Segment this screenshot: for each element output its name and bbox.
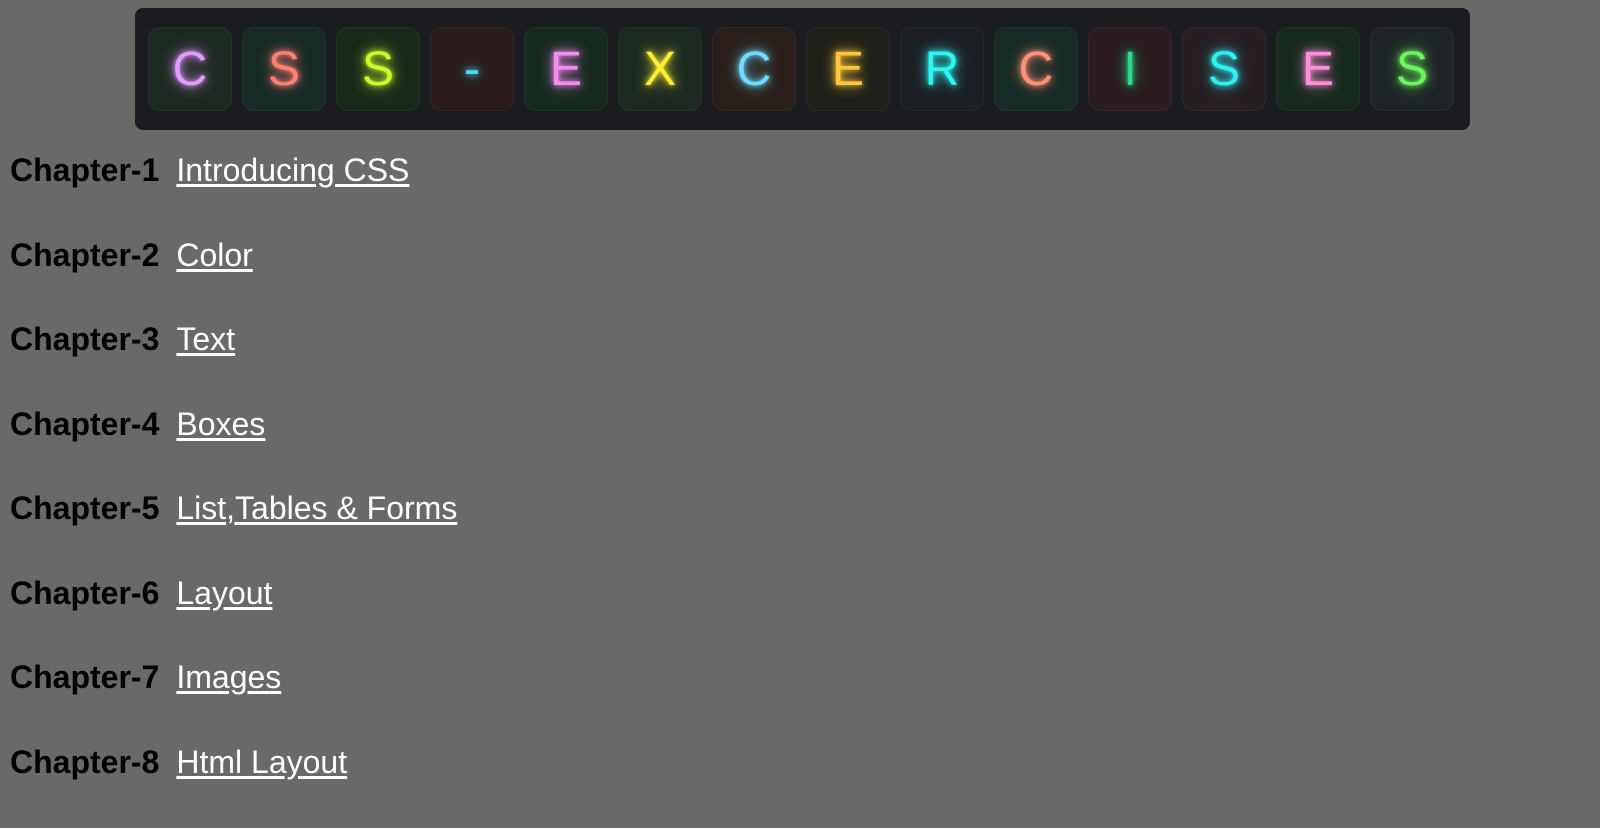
banner-letter: R (925, 42, 960, 97)
chapter-label: Chapter-8 (10, 744, 159, 780)
chapter-link-color[interactable]: Color (176, 237, 252, 273)
banner-letter-tile: C (994, 27, 1078, 111)
chapter-row: Chapter-8 Html Layout (10, 744, 457, 828)
banner-letter: C (737, 42, 772, 97)
banner-letter-tile: S (336, 27, 420, 111)
banner-letter-tile: E (524, 27, 608, 111)
chapter-link-images[interactable]: Images (176, 659, 281, 695)
chapter-row: Chapter-7 Images (10, 659, 457, 744)
banner-letter: E (550, 42, 582, 97)
chapter-row: Chapter-2 Color (10, 237, 457, 322)
banner-letter: E (832, 42, 864, 97)
chapter-label: Chapter-4 (10, 406, 159, 442)
chapter-label: Chapter-2 (10, 237, 159, 273)
chapter-row: Chapter-1 Introducing CSS (10, 152, 457, 237)
banner-letter-tile: S (1182, 27, 1266, 111)
banner-letter: S (1396, 42, 1428, 97)
chapter-label: Chapter-3 (10, 321, 159, 357)
chapter-row: Chapter-6 Layout (10, 575, 457, 660)
banner-letter-tile: C (148, 27, 232, 111)
banner-letter: I (1123, 42, 1136, 97)
banner-letter-tile: S (1370, 27, 1454, 111)
banner-letter-tile: C (712, 27, 796, 111)
banner-letter: X (644, 42, 676, 97)
chapter-label: Chapter-5 (10, 490, 159, 526)
banner-letter-tile: I (1088, 27, 1172, 111)
chapter-row: Chapter-3 Text (10, 321, 457, 406)
banner-letter-tile: E (806, 27, 890, 111)
banner-letter-tile: - (430, 27, 514, 111)
chapter-link-text[interactable]: Text (176, 321, 235, 357)
chapter-link-introducing-css[interactable]: Introducing CSS (176, 152, 409, 188)
chapter-row: Chapter-5 List,Tables & Forms (10, 490, 457, 575)
banner-letter-tile: R (900, 27, 984, 111)
banner-letter: C (173, 42, 208, 97)
chapter-link-html-layout[interactable]: Html Layout (176, 744, 347, 780)
chapter-link-layout[interactable]: Layout (176, 575, 272, 611)
banner-letter-tile: X (618, 27, 702, 111)
banner-letter: S (362, 42, 394, 97)
chapter-link-boxes[interactable]: Boxes (176, 406, 265, 442)
chapter-label: Chapter-1 (10, 152, 159, 188)
banner-letter: C (1019, 42, 1054, 97)
banner-letter-tile: E (1276, 27, 1360, 111)
banner-letter: S (268, 42, 300, 97)
chapter-link-lists-tables-forms[interactable]: List,Tables & Forms (176, 490, 457, 526)
title-banner: C S S - E X C E R C I S E S (135, 8, 1470, 130)
chapter-list: Chapter-1 Introducing CSS Chapter-2 Colo… (10, 152, 457, 828)
banner-letter: - (464, 42, 480, 97)
chapter-label: Chapter-6 (10, 575, 159, 611)
banner-letter-tile: S (242, 27, 326, 111)
chapter-label: Chapter-7 (10, 659, 159, 695)
banner-letter: E (1302, 42, 1334, 97)
chapter-row: Chapter-4 Boxes (10, 406, 457, 491)
banner-letter: S (1208, 42, 1240, 97)
